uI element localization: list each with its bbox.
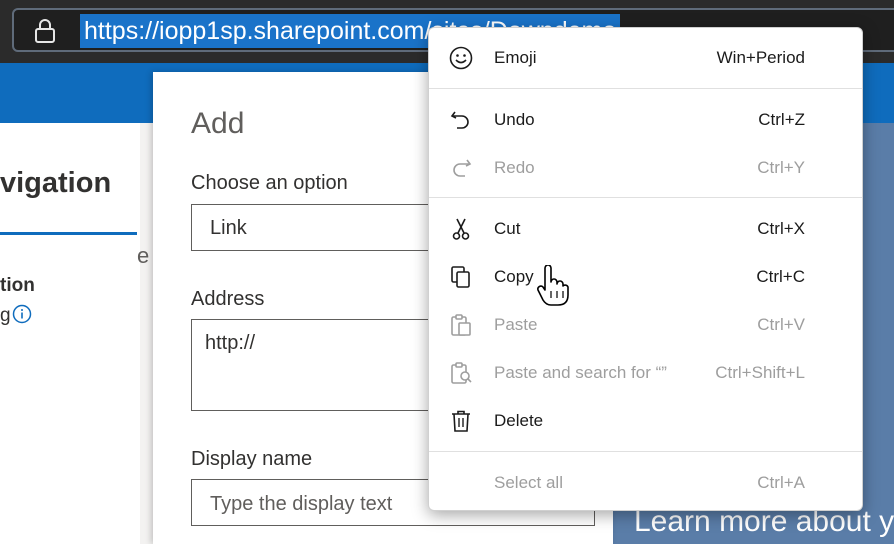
menu-separator: [429, 197, 862, 198]
hand-pointer-icon: [537, 265, 569, 306]
navigation-subitem: g: [0, 305, 11, 326]
address-label: Address: [191, 288, 265, 310]
display-name-label: Display name: [191, 448, 313, 470]
menu-item-undo[interactable]: Undo Ctrl+Z: [429, 100, 862, 140]
menu-item-redo[interactable]: Redo Ctrl+Y: [429, 148, 862, 188]
scissors-icon: [452, 218, 470, 240]
emoji-icon: [449, 46, 473, 70]
partial-text: e: [137, 243, 150, 268]
lock-icon[interactable]: [34, 19, 56, 43]
navigation-item[interactable]: tion: [0, 275, 35, 297]
menu-label: Paste: [494, 315, 538, 334]
menu-label: Undo: [494, 110, 535, 129]
menu-shortcut: Ctrl+Shift+L: [715, 363, 805, 382]
menu-shortcut: Ctrl+X: [757, 219, 805, 238]
dropdown-value: Link: [210, 217, 247, 239]
menu-label: Redo: [494, 158, 535, 177]
display-name-placeholder: Type the display text: [210, 493, 393, 515]
copy-icon: [451, 266, 470, 288]
menu-shortcut: Ctrl+A: [757, 473, 805, 492]
menu-item-delete[interactable]: Delete: [429, 401, 862, 441]
menu-label: Cut: [494, 219, 521, 238]
menu-item-select-all[interactable]: Select all Ctrl+A: [429, 463, 862, 503]
menu-separator: [429, 451, 862, 452]
paste-icon: [451, 314, 471, 336]
navigation-pane: vigation tion g: [0, 123, 140, 544]
menu-label: Paste and search for “”: [494, 363, 667, 382]
menu-label: Delete: [494, 411, 544, 430]
menu-label: Select all: [494, 473, 563, 492]
menu-shortcut: Ctrl+V: [757, 315, 805, 334]
menu-item-emoji[interactable]: Emoji Win+Period: [429, 38, 862, 78]
menu-shortcut: Win+Period: [716, 48, 805, 67]
navigation-title: vigation: [0, 167, 112, 199]
panel-title: Add: [191, 107, 245, 140]
navigation-title-underline: [0, 232, 137, 235]
menu-item-paste-and-search[interactable]: Paste and search for “” Ctrl+Shift+L: [429, 353, 862, 393]
menu-item-paste[interactable]: Paste Ctrl+V: [429, 305, 862, 345]
redo-icon: [453, 159, 472, 177]
menu-shortcut: Ctrl+Z: [758, 110, 805, 129]
trash-icon: [452, 410, 470, 432]
menu-item-cut[interactable]: Cut Ctrl+X: [429, 209, 862, 249]
context-menu: Emoji Win+Period Undo Ctrl+Z Redo Ctrl+Y…: [428, 27, 863, 511]
menu-separator: [429, 88, 862, 89]
choose-option-label: Choose an option: [191, 172, 348, 194]
paste-search-icon: [451, 362, 472, 384]
menu-label: Emoji: [494, 48, 537, 67]
address-value: http://: [205, 332, 256, 354]
menu-item-copy[interactable]: Copy Ctrl+C: [429, 257, 862, 297]
menu-shortcut: Ctrl+Y: [757, 158, 805, 177]
menu-label: Copy: [494, 267, 534, 286]
menu-shortcut: Ctrl+C: [756, 267, 805, 286]
undo-icon: [450, 111, 469, 129]
info-icon[interactable]: [12, 304, 32, 324]
